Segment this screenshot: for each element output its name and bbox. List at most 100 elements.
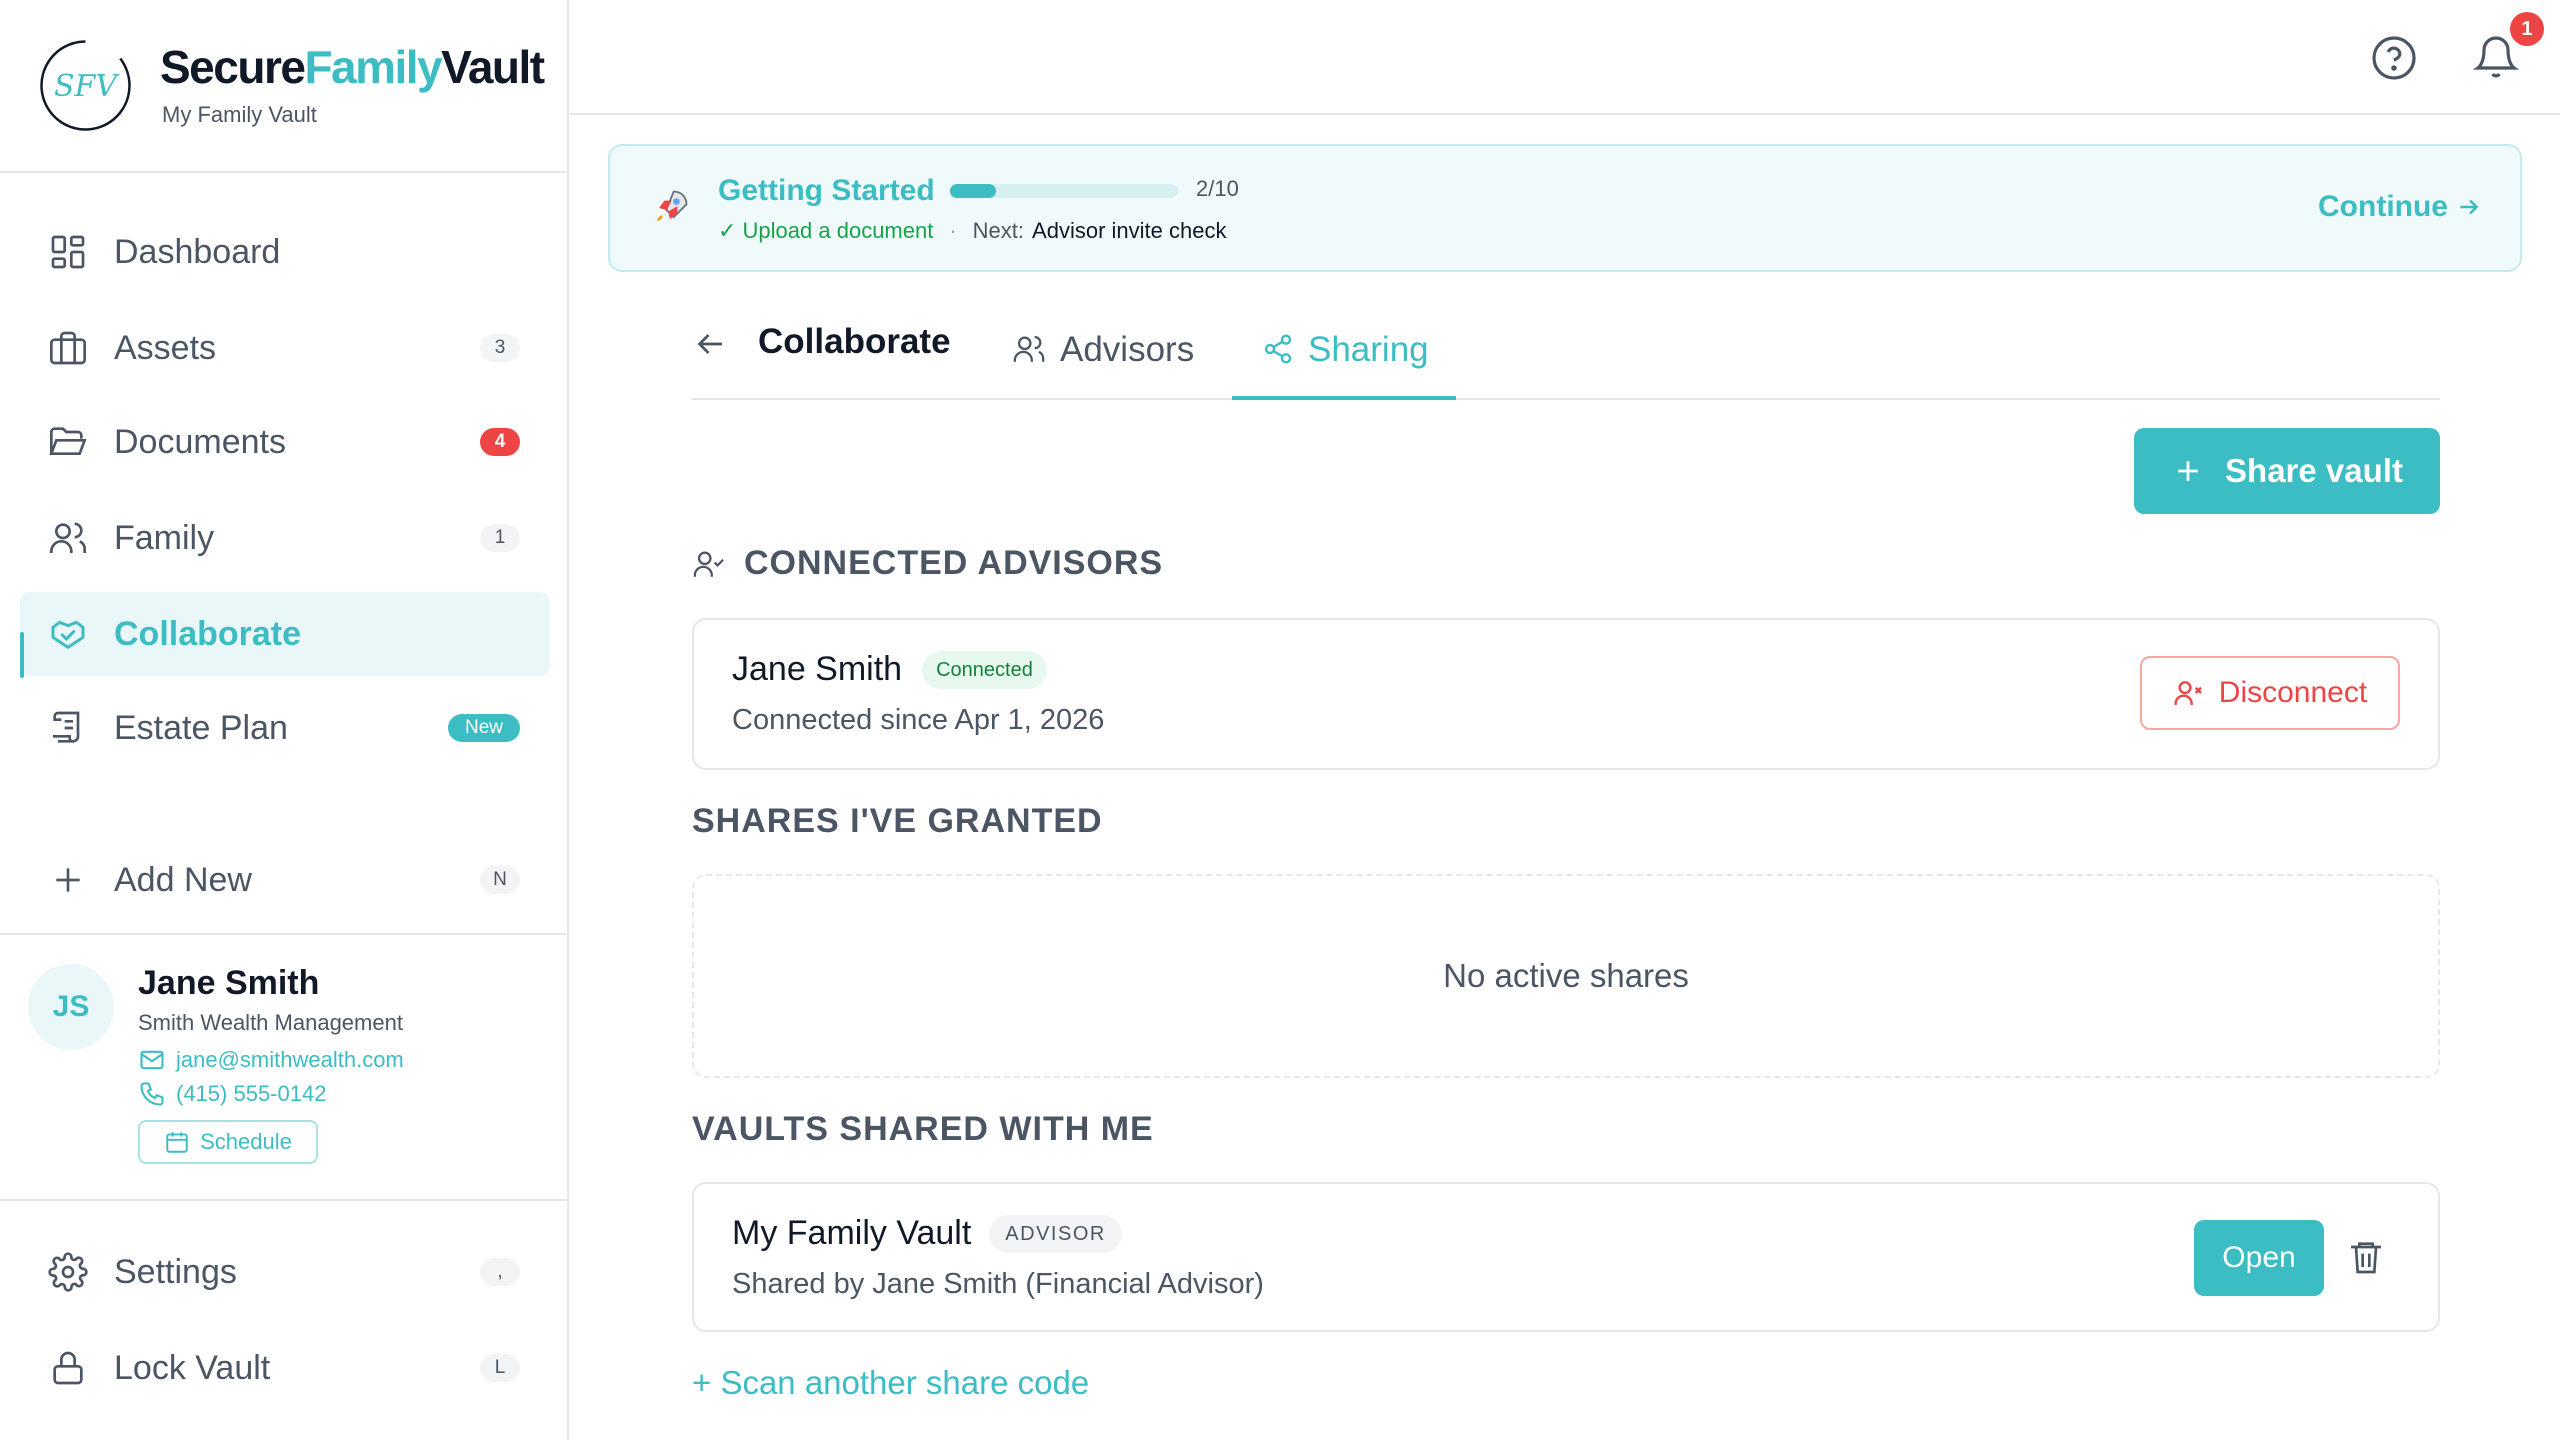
progress-bar — [950, 184, 1178, 198]
sidebar-item-family[interactable]: Family 1 — [20, 496, 550, 580]
top-bar — [569, 0, 2560, 115]
sidebar-item-label: Family — [114, 519, 215, 557]
advisor-since: Connected since Apr 1, 2026 — [732, 704, 1105, 736]
share-vault-label: Share vault — [2225, 452, 2403, 489]
users-icon — [1012, 330, 1060, 366]
help-button[interactable] — [2370, 34, 2418, 82]
sidebar-item-dashboard[interactable]: Dashboard — [20, 210, 550, 294]
settings-button[interactable]: Settings , — [20, 1230, 550, 1314]
brand-header: SFV SecureFamilyVault My Family Vault — [0, 0, 567, 173]
shortcut-key: L — [480, 1354, 520, 1382]
progress-fill — [950, 184, 996, 198]
user-remove-icon — [2173, 677, 2219, 709]
vaults-shared-heading: VAULTS SHARED WITH ME — [692, 1110, 1154, 1148]
empty-message: No active shares — [1443, 957, 1689, 994]
page-tabs: Collaborate Advisors Sharing — [692, 310, 2440, 400]
notification-badge: 1 — [2510, 12, 2544, 46]
back-button[interactable] — [692, 326, 728, 362]
vault-title-row: My Family Vault ADVISOR — [732, 1214, 1122, 1253]
count-badge: 3 — [480, 334, 520, 362]
sidebar-item-label: Dashboard — [114, 233, 281, 271]
shares-granted-heading: SHARES I'VE GRANTED — [692, 802, 1103, 840]
monogram-logo-icon: SFV — [38, 38, 133, 133]
progress-count: 2/10 — [1196, 176, 1239, 201]
sidebar-item-label: Collaborate — [114, 615, 302, 653]
arrow-right-icon — [2448, 194, 2482, 220]
arrow-left-icon — [692, 326, 728, 362]
contact-name: Jane Smith — [138, 964, 320, 1002]
contact-email-link[interactable]: jane@smithwealth.com — [138, 1044, 404, 1076]
sidebar-item-label: Estate Plan — [114, 709, 288, 747]
next-label: Next: — [972, 218, 1025, 243]
add-new-button[interactable]: Add New N — [20, 838, 550, 922]
disconnect-button[interactable]: Disconnect — [2140, 656, 2400, 730]
lock-icon — [48, 1348, 88, 1388]
shortcut-key: , — [480, 1258, 520, 1286]
plus-icon — [2171, 454, 2225, 488]
scroll-icon — [48, 708, 88, 748]
count-badge: 1 — [480, 524, 520, 552]
folder-open-icon — [48, 422, 88, 462]
help-circle-icon — [2370, 34, 2418, 82]
brand-name: SecureFamilyVault — [160, 41, 545, 93]
gear-icon — [48, 1252, 88, 1292]
advisor-name: Jane Smith — [732, 650, 903, 688]
trash-icon — [2346, 1236, 2386, 1278]
delete-share-button[interactable] — [2346, 1236, 2386, 1278]
tab-label: Advisors — [1060, 330, 1195, 369]
continue-label: Continue — [2318, 190, 2448, 223]
users-icon — [48, 518, 88, 558]
role-badge: ADVISOR — [989, 1214, 1122, 1253]
tab-sharing[interactable]: Sharing — [1232, 330, 1456, 400]
rocket-icon — [648, 186, 692, 230]
handshake-icon — [48, 614, 88, 654]
add-new-label: Add New — [114, 861, 252, 899]
sidebar-item-assets[interactable]: Assets 3 — [20, 306, 550, 390]
sidebar: SFV SecureFamilyVault My Family Vault Da… — [0, 0, 569, 1440]
plus-icon — [48, 860, 88, 900]
getting-started-banner: Getting Started 2/10 ✓ Upload a document… — [608, 144, 2522, 272]
page-title: Collaborate — [758, 322, 951, 361]
calendar-icon — [164, 1129, 200, 1155]
schedule-button[interactable]: Schedule — [138, 1120, 318, 1164]
advisor-card: Jane Smith Connected Connected since Apr… — [692, 618, 2440, 770]
tab-label: Sharing — [1308, 330, 1429, 369]
open-vault-button[interactable]: Open — [2194, 1220, 2324, 1296]
settings-label: Settings — [114, 1253, 237, 1291]
lock-vault-label: Lock Vault — [114, 1349, 271, 1387]
scan-share-code-link[interactable]: + Scan another share code — [692, 1364, 1089, 1402]
active-indicator — [20, 632, 24, 678]
shared-by: Shared by Jane Smith (Financial Advisor) — [732, 1268, 1264, 1300]
dashboard-grid-icon — [48, 232, 88, 272]
new-badge: New — [448, 714, 520, 742]
phone-icon — [138, 1080, 176, 1108]
mail-icon — [138, 1046, 176, 1074]
contact-phone-link[interactable]: (415) 555-0142 — [138, 1078, 326, 1110]
contact-org: Smith Wealth Management — [138, 1010, 403, 1035]
sidebar-item-label: Documents — [114, 423, 286, 461]
shortcut-key: N — [480, 866, 520, 894]
lock-vault-button[interactable]: Lock Vault L — [20, 1326, 550, 1410]
empty-state: No active shares — [692, 874, 2440, 1078]
count-badge: 4 — [480, 428, 520, 456]
tab-advisors[interactable]: Advisors — [1012, 330, 1222, 400]
sidebar-item-estate-plan[interactable]: Estate Plan New — [20, 686, 550, 770]
next-step: Advisor invite check — [1032, 218, 1227, 243]
sidebar-item-collaborate[interactable]: Collaborate — [20, 592, 550, 676]
sidebar-item-documents[interactable]: Documents 4 — [20, 400, 550, 484]
separator-dot: · — [949, 218, 957, 243]
vault-subtitle: My Family Vault — [162, 102, 317, 127]
vault-name: My Family Vault — [732, 1214, 972, 1252]
avatar: JS — [28, 964, 114, 1050]
getting-started-title: Getting Started — [718, 174, 935, 207]
continue-button[interactable]: Continue — [2318, 190, 2482, 224]
shared-vault-card: My Family Vault ADVISOR Shared by Jane S… — [692, 1182, 2440, 1332]
schedule-label: Schedule — [200, 1129, 292, 1154]
share-vault-button[interactable]: Share vault — [2134, 428, 2440, 514]
getting-started-steps: ✓ Upload a document · Next: Advisor invi… — [718, 218, 1226, 244]
connected-advisors-heading: CONNECTED ADVISORS — [692, 544, 1163, 583]
user-check-icon — [692, 547, 744, 581]
contact-phone: (415) 555-0142 — [176, 1081, 327, 1106]
svg-text:SFV: SFV — [54, 69, 120, 104]
advisor-title-row: Jane Smith Connected — [732, 650, 1047, 689]
